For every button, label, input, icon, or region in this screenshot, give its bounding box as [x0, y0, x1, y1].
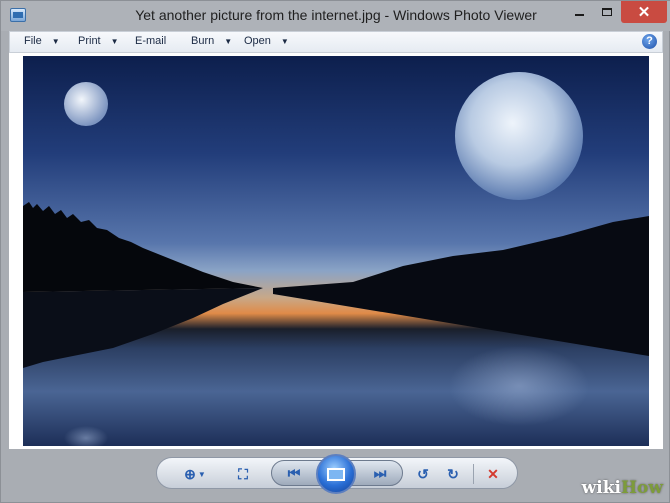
menu-open[interactable]: Open ▼: [244, 35, 289, 47]
menu-print[interactable]: Print ▼: [78, 35, 119, 47]
menu-file[interactable]: File ▼: [24, 35, 60, 47]
close-icon: ✕: [637, 4, 651, 21]
forest-hill: [23, 202, 263, 292]
menu-open-label: Open: [244, 35, 271, 47]
photo-viewer-window: Yet another picture from the internet.jp…: [0, 0, 670, 503]
zoom-icon: ⊕: [184, 465, 196, 482]
delete-icon: ✕: [487, 465, 499, 482]
zoom-button[interactable]: ⊕ ▼: [181, 464, 209, 484]
slideshow-icon: [327, 467, 345, 481]
moon-reflection: [449, 346, 589, 426]
slideshow-button[interactable]: [316, 454, 356, 494]
watermark-suffix: How: [620, 478, 663, 498]
landscape-image: [23, 72, 649, 446]
maximize-button[interactable]: [593, 1, 621, 23]
forest-reflection: [23, 288, 263, 368]
menu-bar: File ▼ Print ▼ E-mail Burn ▼ Open ▼ ?: [9, 31, 663, 53]
menu-email-label: E-mail: [135, 35, 167, 47]
chevron-down-icon: ▼: [110, 36, 119, 46]
minimize-icon: [574, 14, 584, 16]
title-bar[interactable]: Yet another picture from the internet.jp…: [1, 1, 670, 31]
rotate-ccw-icon: ↺: [417, 465, 429, 482]
previous-icon: ⏮: [287, 464, 301, 481]
help-icon[interactable]: ?: [642, 34, 657, 49]
next-button[interactable]: ⏭: [368, 463, 392, 483]
minimize-button[interactable]: [565, 1, 593, 23]
delete-button[interactable]: ✕: [481, 464, 505, 484]
watermark-prefix: wiki: [581, 478, 621, 498]
actual-size-button[interactable]: ⛶: [231, 464, 255, 484]
menu-print-label: Print: [78, 35, 101, 47]
rotate-clockwise-button[interactable]: ↻: [441, 464, 465, 484]
rotate-counterclockwise-button[interactable]: ↺: [411, 464, 435, 484]
small-moon-reflection: [64, 426, 108, 446]
rotate-cw-icon: ↻: [447, 465, 459, 482]
large-moon: [455, 72, 583, 200]
mountain: [273, 216, 649, 356]
menu-email[interactable]: E-mail: [135, 35, 166, 47]
chevron-down-icon: ▼: [51, 36, 60, 46]
toolbar-separator: [473, 464, 474, 484]
menu-file-label: File: [24, 35, 42, 47]
displayed-photo: [23, 56, 649, 446]
chevron-down-icon: ▼: [197, 469, 206, 479]
small-moon: [64, 82, 108, 126]
menu-burn-label: Burn: [191, 35, 215, 47]
chevron-down-icon: ▼: [280, 36, 289, 46]
maximize-icon: [602, 8, 612, 16]
close-button[interactable]: ✕: [621, 1, 667, 23]
previous-button[interactable]: ⏮: [282, 463, 306, 483]
next-icon: ⏭: [373, 464, 387, 481]
chevron-down-icon: ▼: [224, 36, 233, 46]
wikihow-watermark: wikiHow: [582, 478, 663, 498]
menu-burn[interactable]: Burn ▼: [191, 35, 232, 47]
image-viewport: [9, 53, 663, 449]
playback-control-bar: ⊕ ▼ ⛶ ⏮ ⏭ ↺ ↻ ✕: [156, 454, 518, 494]
fit-window-icon: ⛶: [238, 465, 248, 482]
